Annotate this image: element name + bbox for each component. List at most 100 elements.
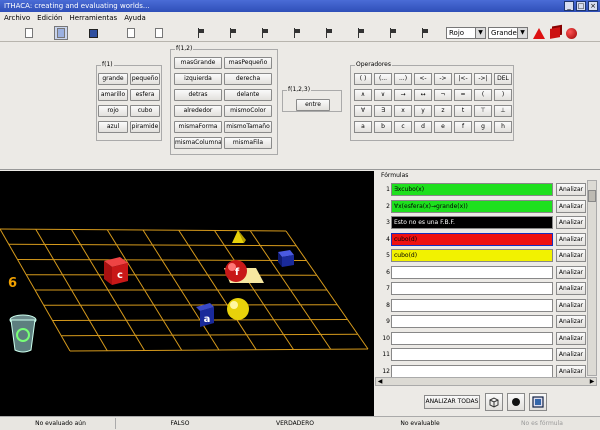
predicate-button-mismaForma[interactable]: mismaForma <box>174 121 222 133</box>
analyze-button[interactable]: Analizar <box>556 331 586 345</box>
operator-button-23[interactable]: ⊥ <box>494 105 512 117</box>
fullscreen-button[interactable] <box>529 393 547 411</box>
minimize-button[interactable]: _ <box>564 1 574 11</box>
record-button[interactable] <box>507 393 525 411</box>
operator-button-9[interactable]: ∨ <box>374 89 392 101</box>
predicate-button-delante[interactable]: delante <box>224 89 272 101</box>
analyze-button[interactable]: Analizar <box>556 232 586 246</box>
analyze-button[interactable]: Analizar <box>556 249 586 262</box>
object-cube-c[interactable]: c <box>104 257 128 285</box>
formula-input[interactable]: ∃xcubo(x) <box>391 183 553 196</box>
scroll-right-icon[interactable]: ▶ <box>588 378 596 386</box>
predicate-button-cubo[interactable]: cubo <box>130 105 160 117</box>
vertical-scrollbar[interactable] <box>587 180 597 376</box>
flag-button-7[interactable] <box>386 26 400 40</box>
paste-button[interactable] <box>152 26 166 40</box>
view-3d-button[interactable] <box>485 393 503 411</box>
operator-button-16[interactable]: ∀ <box>354 105 372 117</box>
operator-button-1[interactable]: (... <box>374 73 392 85</box>
predicate-button-pequeño[interactable]: pequeño <box>130 73 160 85</box>
menu-edicion[interactable]: Edición <box>37 14 62 22</box>
formula-input[interactable] <box>391 298 553 312</box>
predicate-button-mismoColor[interactable]: mismoColor <box>224 105 272 117</box>
flag-button-5[interactable] <box>322 26 336 40</box>
operator-button-25[interactable]: b <box>374 121 392 133</box>
operator-button-30[interactable]: g <box>474 121 492 133</box>
size-select[interactable]: Grande ▼ <box>488 27 528 39</box>
predicate-button-amarillo[interactable]: amarillo <box>98 89 128 101</box>
add-cube-button[interactable] <box>548 26 562 40</box>
predicate-button-esfera[interactable]: esfera <box>130 89 160 101</box>
operator-button-24[interactable]: a <box>354 121 372 133</box>
copy-button[interactable] <box>124 26 138 40</box>
flag-button-2[interactable] <box>226 26 240 40</box>
formula-input[interactable] <box>391 265 553 279</box>
operator-button-17[interactable]: ∃ <box>374 105 392 117</box>
analyze-button[interactable]: Analizar <box>556 364 586 378</box>
open-file-button[interactable] <box>54 26 68 40</box>
menu-ayuda[interactable]: Ayuda <box>124 14 146 22</box>
object-sphere-yellow[interactable] <box>227 298 249 320</box>
operator-button-14[interactable]: ( <box>474 89 492 101</box>
analyze-button[interactable]: Analizar <box>556 183 586 196</box>
world-view[interactable]: c f a <box>0 171 374 416</box>
operator-button-27[interactable]: d <box>414 121 432 133</box>
operator-button-18[interactable]: x <box>394 105 412 117</box>
operator-button-2[interactable]: ...) <box>394 73 412 85</box>
add-sphere-button[interactable] <box>564 26 578 40</box>
predicate-button-mismaColumna[interactable]: mismaColumna <box>174 137 222 149</box>
operator-button-13[interactable]: = <box>454 89 472 101</box>
analyze-button[interactable]: Analizar <box>556 282 586 295</box>
operator-button-15[interactable]: ) <box>494 89 512 101</box>
menu-herramientas[interactable]: Herramientas <box>70 14 118 22</box>
predicate-button-masPequeño[interactable]: masPequeño <box>224 57 272 69</box>
flag-button-4[interactable] <box>290 26 304 40</box>
predicate-button-entre[interactable]: entre <box>296 99 330 111</box>
flag-button-1[interactable] <box>194 26 208 40</box>
scroll-left-icon[interactable]: ◀ <box>376 378 384 386</box>
operator-button-7[interactable]: DEL <box>494 73 512 85</box>
add-tetrahedron-button[interactable] <box>532 26 546 40</box>
analyze-button[interactable]: Analizar <box>556 298 586 312</box>
analyze-button[interactable]: Analizar <box>556 348 586 361</box>
object-cube-blue[interactable] <box>278 250 294 267</box>
analyze-button[interactable]: Analizar <box>556 315 586 328</box>
operator-button-22[interactable]: ⊤ <box>474 105 492 117</box>
analyze-button[interactable]: Analizar <box>556 199 586 213</box>
object-tetrahedron-yellow[interactable] <box>232 230 246 243</box>
operator-button-19[interactable]: y <box>414 105 432 117</box>
predicate-button-masGrande[interactable]: masGrande <box>174 57 222 69</box>
maximize-button[interactable]: □ <box>576 1 586 11</box>
vertical-scroll-thumb[interactable] <box>588 190 596 202</box>
predicate-button-piramide[interactable]: piramide <box>130 121 160 133</box>
flag-button-8[interactable] <box>418 26 432 40</box>
operator-button-21[interactable]: t <box>454 105 472 117</box>
predicate-button-mismaFila[interactable]: mismaFila <box>224 137 272 149</box>
new-file-button[interactable] <box>22 26 36 40</box>
predicate-button-rojo[interactable]: rojo <box>98 105 128 117</box>
menu-archivo[interactable]: Archivo <box>4 14 30 22</box>
object-cube-a[interactable]: a <box>196 303 214 327</box>
analyze-button[interactable]: Analizar <box>556 265 586 279</box>
predicate-button-azul[interactable]: azul <box>98 121 128 133</box>
predicate-button-grande[interactable]: grande <box>98 73 128 85</box>
operator-button-29[interactable]: f <box>454 121 472 133</box>
operator-button-3[interactable]: <- <box>414 73 432 85</box>
flag-button-6[interactable] <box>354 26 368 40</box>
operator-button-11[interactable]: ↔ <box>414 89 432 101</box>
horizontal-scrollbar[interactable]: ◀ ▶ <box>375 377 597 386</box>
predicate-button-alrededor[interactable]: alrededor <box>174 105 222 117</box>
flag-button-3[interactable] <box>258 26 272 40</box>
formula-input[interactable] <box>391 331 553 345</box>
predicate-button-mismoTamaño[interactable]: mismoTamaño <box>224 121 272 133</box>
operator-button-20[interactable]: z <box>434 105 452 117</box>
close-button[interactable]: × <box>588 1 598 11</box>
predicate-button-derecha[interactable]: derecha <box>224 73 272 85</box>
formula-input[interactable]: Esto no es una F.B.F. <box>391 216 553 229</box>
analyze-button[interactable]: Analizar <box>556 216 586 229</box>
operator-button-31[interactable]: h <box>494 121 512 133</box>
save-button[interactable] <box>86 26 100 40</box>
formula-input[interactable]: ∀x(esfera(x)→grande(x)) <box>391 199 553 213</box>
analyze-all-button[interactable]: ANALIZAR TODAS <box>424 395 480 409</box>
operator-button-12[interactable]: ¬ <box>434 89 452 101</box>
